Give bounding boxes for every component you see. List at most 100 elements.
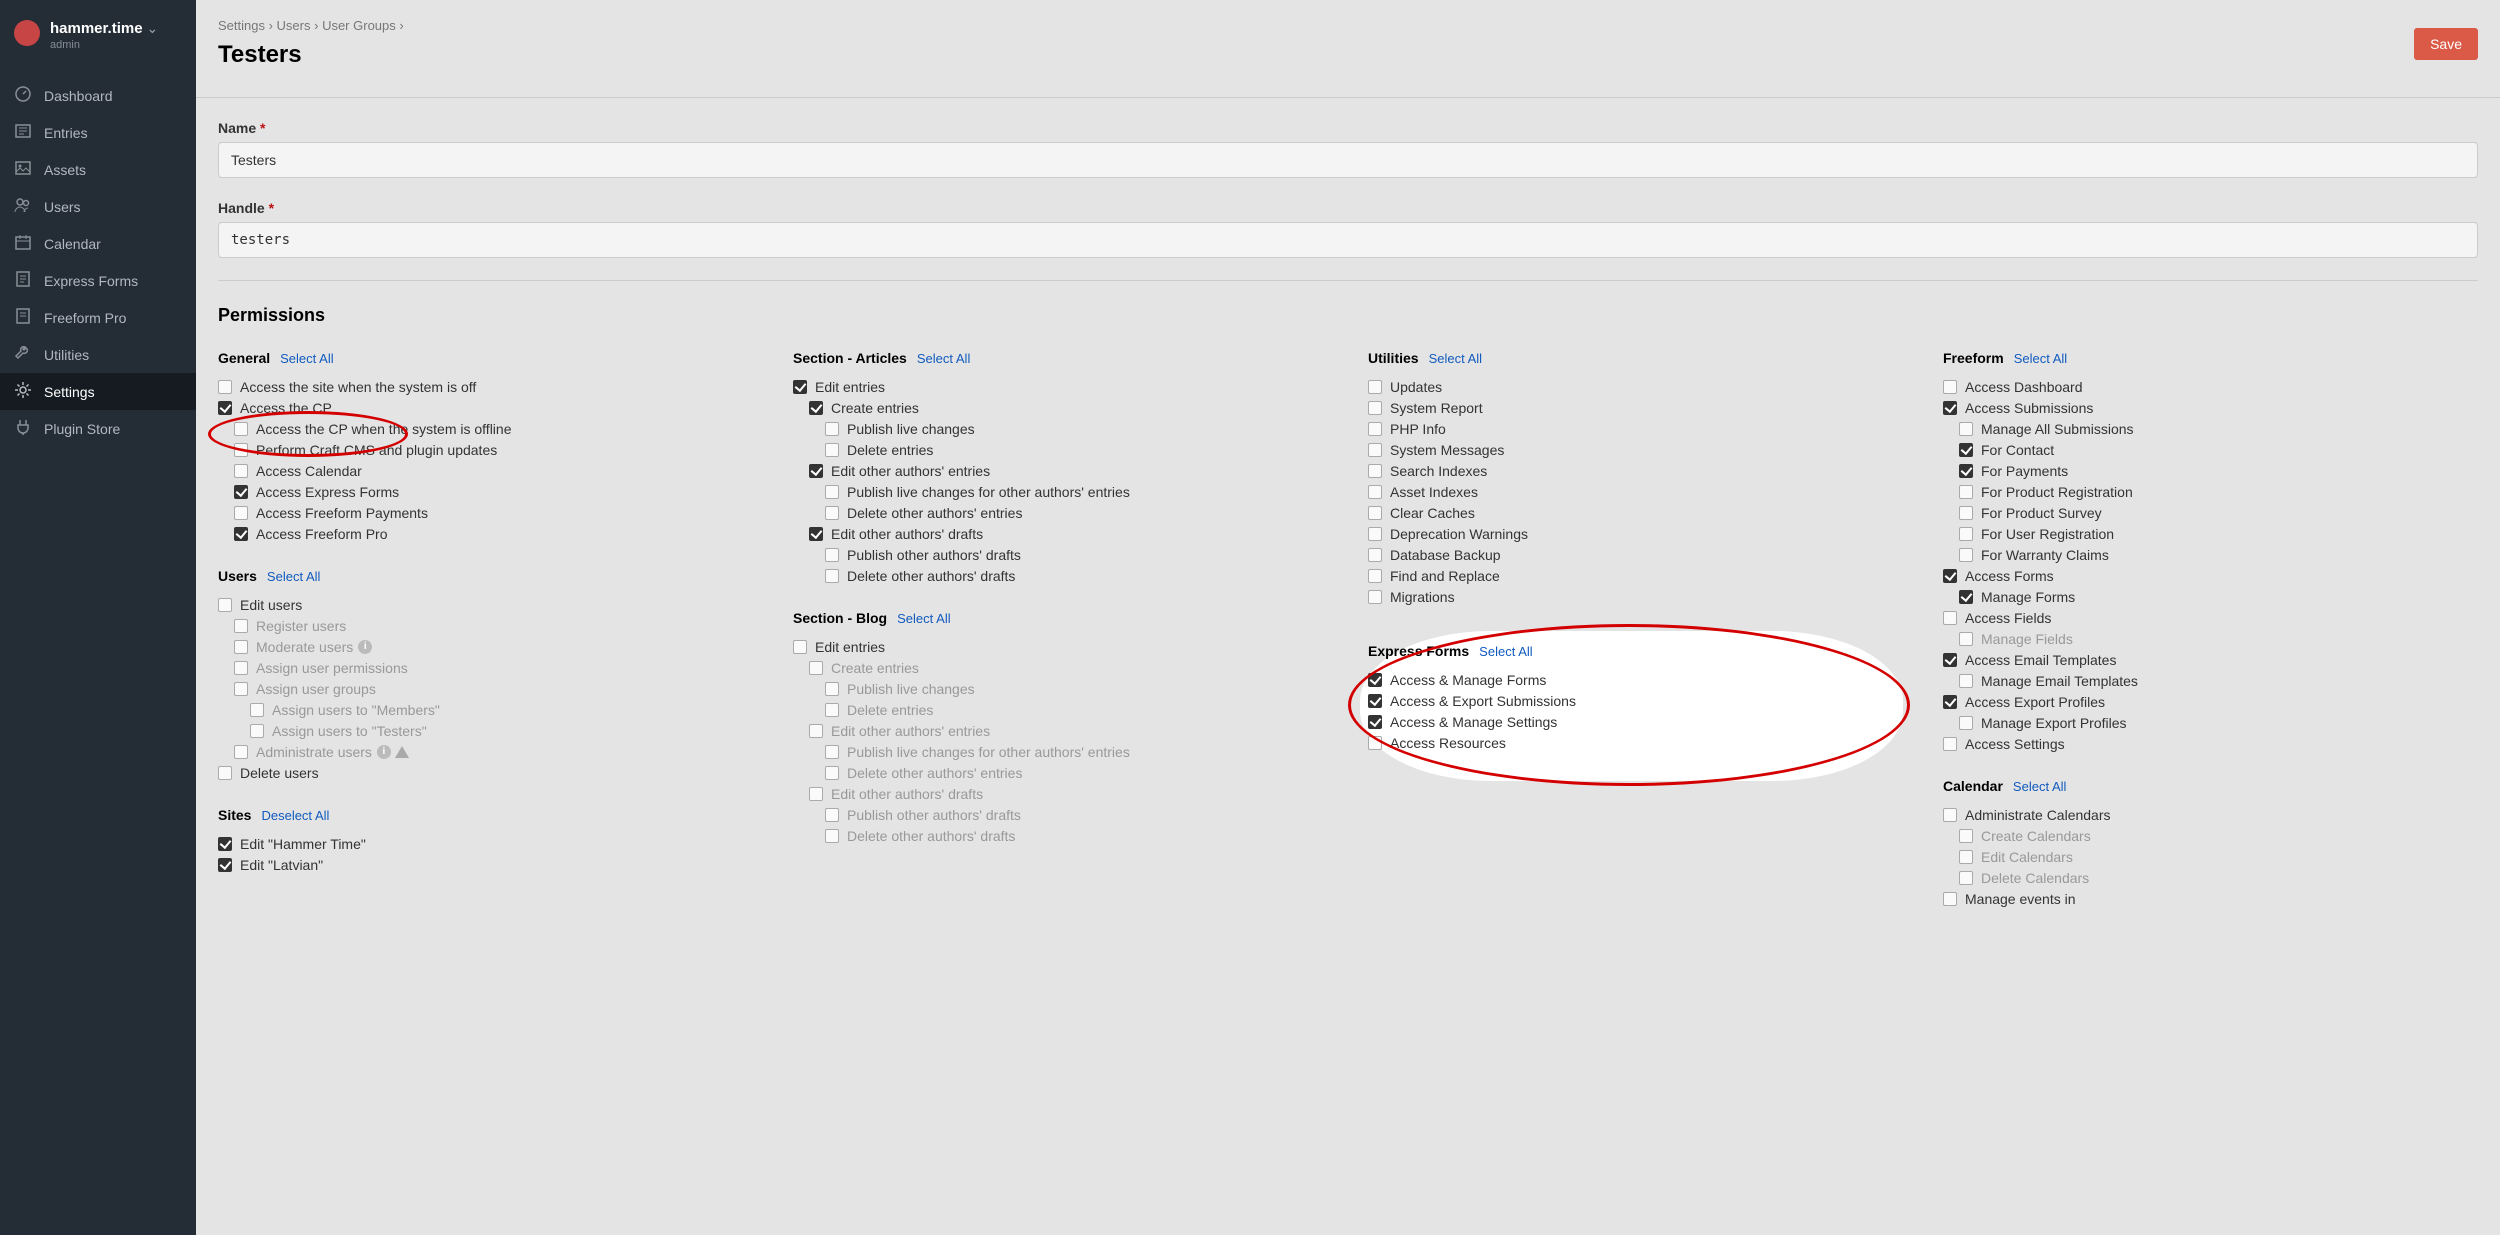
checkbox[interactable] — [825, 443, 839, 457]
breadcrumb-link[interactable]: Settings — [218, 18, 265, 33]
checkbox[interactable] — [793, 640, 807, 654]
checkbox[interactable] — [825, 745, 839, 759]
permission-item[interactable]: Manage All Submissions — [1943, 418, 2478, 439]
permission-item[interactable]: Updates — [1368, 376, 1903, 397]
permission-item[interactable]: For Product Survey — [1943, 502, 2478, 523]
permission-item[interactable]: Create Calendars — [1943, 825, 2478, 846]
permission-item[interactable]: Access Email Templates — [1943, 649, 2478, 670]
checkbox[interactable] — [1943, 611, 1957, 625]
checkbox[interactable] — [1943, 695, 1957, 709]
checkbox[interactable] — [1959, 850, 1973, 864]
checkbox[interactable] — [1959, 590, 1973, 604]
checkbox[interactable] — [1368, 715, 1382, 729]
checkbox[interactable] — [218, 766, 232, 780]
permission-item[interactable]: Delete Calendars — [1943, 867, 2478, 888]
permission-item[interactable]: Access Express Forms — [218, 481, 753, 502]
permission-item[interactable]: Access Fields — [1943, 607, 2478, 628]
save-button[interactable]: Save — [2414, 28, 2478, 60]
permission-item[interactable]: Create entries — [793, 657, 1328, 678]
checkbox[interactable] — [218, 837, 232, 851]
permission-item[interactable]: Perform Craft CMS and plugin updates — [218, 439, 753, 460]
checkbox[interactable] — [1959, 527, 1973, 541]
permission-item[interactable]: Assign user permissions — [218, 657, 753, 678]
chevron-down-icon[interactable]: ⌄ — [147, 20, 159, 36]
sidebar-item-entries[interactable]: Entries — [0, 114, 196, 151]
checkbox[interactable] — [218, 858, 232, 872]
breadcrumb-link[interactable]: Users — [277, 18, 311, 33]
permission-item[interactable]: Delete other authors' entries — [793, 762, 1328, 783]
select-all-link[interactable]: Select All — [1479, 644, 1532, 659]
permission-item[interactable]: Manage Fields — [1943, 628, 2478, 649]
select-all-link[interactable]: Select All — [2014, 351, 2067, 366]
permission-item[interactable]: Publish live changes for other authors' … — [793, 741, 1328, 762]
checkbox[interactable] — [218, 380, 232, 394]
permission-item[interactable]: Access Dashboard — [1943, 376, 2478, 397]
checkbox[interactable] — [234, 640, 248, 654]
permission-item[interactable]: Clear Caches — [1368, 502, 1903, 523]
permission-item[interactable]: Edit other authors' drafts — [793, 523, 1328, 544]
permission-item[interactable]: Manage events in — [1943, 888, 2478, 909]
select-all-link[interactable]: Select All — [2013, 779, 2066, 794]
permission-item[interactable]: Assign users to "Members" — [218, 699, 753, 720]
permission-item[interactable]: Publish other authors' drafts — [793, 544, 1328, 565]
permission-item[interactable]: For User Registration — [1943, 523, 2478, 544]
checkbox[interactable] — [1943, 380, 1957, 394]
sidebar-item-plugin-store[interactable]: Plugin Store — [0, 410, 196, 447]
checkbox[interactable] — [1959, 674, 1973, 688]
checkbox[interactable] — [234, 506, 248, 520]
checkbox[interactable] — [1959, 871, 1973, 885]
checkbox[interactable] — [1959, 716, 1973, 730]
permission-item[interactable]: Edit other authors' entries — [793, 720, 1328, 741]
checkbox[interactable] — [793, 380, 807, 394]
sidebar-item-assets[interactable]: Assets — [0, 151, 196, 188]
permission-item[interactable]: Edit other authors' entries — [793, 460, 1328, 481]
checkbox[interactable] — [1368, 694, 1382, 708]
sidebar-item-settings[interactable]: Settings — [0, 373, 196, 410]
permission-item[interactable]: Delete entries — [793, 439, 1328, 460]
checkbox[interactable] — [1943, 892, 1957, 906]
select-all-link[interactable]: Deselect All — [261, 808, 329, 823]
permission-item[interactable]: Delete other authors' entries — [793, 502, 1328, 523]
permission-item[interactable]: Edit "Latvian" — [218, 854, 753, 875]
sidebar-item-express-forms[interactable]: Express Forms — [0, 262, 196, 299]
checkbox[interactable] — [1943, 737, 1957, 751]
checkbox[interactable] — [234, 682, 248, 696]
permission-item[interactable]: Edit other authors' drafts — [793, 783, 1328, 804]
sidebar-header[interactable]: hammer.time⌄ admin — [0, 12, 196, 65]
checkbox[interactable] — [234, 745, 248, 759]
permission-item[interactable]: System Report — [1368, 397, 1903, 418]
checkbox[interactable] — [1368, 464, 1382, 478]
permission-item[interactable]: Delete other authors' drafts — [793, 825, 1328, 846]
breadcrumb-link[interactable]: User Groups — [322, 18, 396, 33]
select-all-link[interactable]: Select All — [267, 569, 320, 584]
checkbox[interactable] — [234, 443, 248, 457]
checkbox[interactable] — [234, 464, 248, 478]
checkbox[interactable] — [825, 422, 839, 436]
checkbox[interactable] — [1368, 485, 1382, 499]
checkbox[interactable] — [250, 703, 264, 717]
permission-item[interactable]: Edit entries — [793, 636, 1328, 657]
checkbox[interactable] — [1959, 422, 1973, 436]
checkbox[interactable] — [825, 506, 839, 520]
checkbox[interactable] — [809, 724, 823, 738]
handle-input[interactable] — [218, 222, 2478, 258]
checkbox[interactable] — [1368, 443, 1382, 457]
permission-item[interactable]: Migrations — [1368, 586, 1903, 607]
permission-item[interactable]: Access Resources — [1368, 732, 1793, 753]
permission-item[interactable]: For Product Registration — [1943, 481, 2478, 502]
checkbox[interactable] — [1368, 527, 1382, 541]
permission-item[interactable]: For Contact — [1943, 439, 2478, 460]
permission-item[interactable]: Create entries — [793, 397, 1328, 418]
checkbox[interactable] — [234, 661, 248, 675]
checkbox[interactable] — [1368, 569, 1382, 583]
sidebar-item-utilities[interactable]: Utilities — [0, 336, 196, 373]
checkbox[interactable] — [234, 527, 248, 541]
checkbox[interactable] — [1368, 548, 1382, 562]
permission-item[interactable]: Access Freeform Payments — [218, 502, 753, 523]
checkbox[interactable] — [825, 766, 839, 780]
checkbox[interactable] — [1943, 653, 1957, 667]
checkbox[interactable] — [809, 661, 823, 675]
permission-item[interactable]: Search Indexes — [1368, 460, 1903, 481]
permission-item[interactable]: Administrate Calendars — [1943, 804, 2478, 825]
permission-item[interactable]: Edit entries — [793, 376, 1328, 397]
